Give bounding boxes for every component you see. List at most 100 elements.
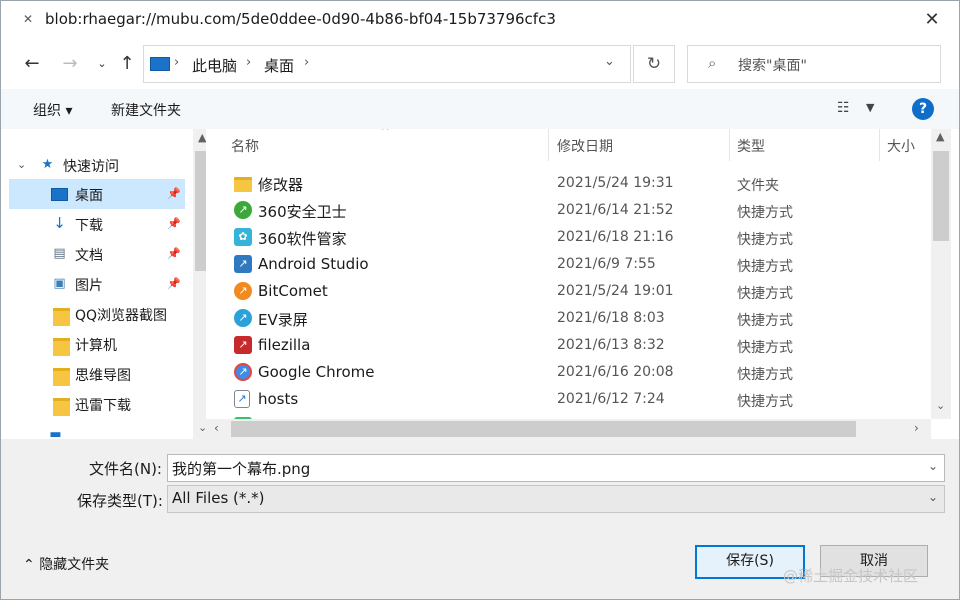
file-name: Android Studio [258,255,369,273]
organize-button[interactable]: 组织 ▾ [33,100,72,120]
save-dialog: ✕ blob:rhaegar://mubu.com/5de0ddee-0d90-… [0,0,960,600]
scroll-down-icon[interactable]: ⌄ [198,421,206,434]
scroll-left-icon[interactable]: ‹ [214,421,219,435]
sidebar-item-desktop[interactable]: 桌面 📌 [9,179,185,209]
up-button[interactable]: ↑ [116,53,138,75]
scroll-down-icon[interactable]: ⌄ [936,399,945,412]
breadcrumb-separator-icon[interactable]: › [174,55,179,70]
breadcrumb-separator-icon[interactable]: › [246,55,251,70]
android-studio-icon: ↗ [234,255,252,273]
close-button[interactable]: ✕ [919,7,945,33]
table-row[interactable]: ↗ hosts 2021/6/12 7:24 快捷方式 [216,386,931,413]
sidebar-item-thunder-downloads[interactable]: 迅雷下载 [9,389,185,419]
file-list-vertical-scrollbar[interactable]: ▲ ⌄ [931,129,951,419]
scroll-right-icon[interactable]: › [914,421,919,435]
file-name: BitComet [258,282,328,300]
column-type[interactable]: 类型 [737,136,765,156]
file-name: 修改器 [258,176,304,194]
table-row[interactable]: ✿ 360软件管家 2021/6/18 21:16 快捷方式 [216,224,931,251]
dialog-icon: ✕ [23,12,34,26]
file-date: 2021/6/18 8:03 [557,310,665,326]
column-divider[interactable] [879,129,880,161]
recent-locations-button[interactable]: ⌄ [91,53,113,75]
file-date: 2021/6/13 8:32 [557,337,665,353]
sidebar-scrollbar[interactable]: ▲ ⌄ [193,129,206,439]
sidebar-item-qq-screenshots[interactable]: QQ浏览器截图 [9,299,185,329]
pin-icon[interactable]: 📌 [167,217,181,230]
view-options-icon[interactable]: ☷ [837,100,850,116]
file-date: 2021/5/24 19:31 [557,175,674,191]
folder-icon [234,177,252,192]
file-type: 快捷方式 [737,340,793,356]
filetype-select[interactable]: All Files (*.*) ⌄ [167,485,945,513]
table-row[interactable]: ↗ filezilla 2021/6/13 8:32 快捷方式 [216,332,931,359]
back-button[interactable]: ← [21,53,43,75]
file-list-horizontal-scrollbar[interactable]: ‹ › [206,419,931,439]
file-type: 快捷方式 [737,232,793,248]
360-safe-icon: ↗ [234,201,252,219]
filetype-label: 保存类型(T): [77,492,163,510]
column-size[interactable]: 大小 [887,136,915,156]
search-box[interactable]: ⌕ 搜索"桌面" [687,45,941,83]
file-date: 2021/5/24 19:01 [557,283,674,299]
sidebar-scroll-thumb[interactable] [195,151,206,271]
pin-icon[interactable]: 📌 [167,277,181,290]
column-divider[interactable] [729,129,730,161]
table-row[interactable]: 修改器 2021/5/24 19:31 文件夹 [216,170,931,197]
table-row[interactable]: ↗ EV录屏 2021/6/18 8:03 快捷方式 [216,305,931,332]
file-date: 2021/6/12 7:24 [557,391,665,407]
sidebar-item-partial[interactable]: ▬ [9,425,185,439]
file-type: 文件夹 [737,178,779,194]
breadcrumb-desktop[interactable]: 桌面 [264,55,294,76]
sidebar-item-downloads[interactable]: ↓ 下载 📌 [9,209,185,239]
help-button[interactable]: ? [912,98,934,120]
download-icon: ↓ [53,214,66,232]
sidebar-item-documents[interactable]: ▤ 文档 📌 [9,239,185,269]
column-date[interactable]: 修改日期 [557,136,613,156]
file-list: ^ 名称 修改日期 类型 大小 修改器 2021/5/24 19:31 文件夹 … [216,129,931,419]
refresh-button[interactable]: ↻ [633,45,675,83]
sidebar-item-label: 桌面 [75,188,103,204]
address-bar[interactable]: › 此电脑 › 桌面 › ⌄ [143,45,631,83]
file-type: 快捷方式 [737,367,793,383]
new-folder-button[interactable]: 新建文件夹 [111,100,181,120]
breadcrumb-separator-icon[interactable]: › [304,55,309,70]
sidebar-item-label: 文档 [75,248,103,264]
chevron-down-icon[interactable]: ▼ [866,101,874,114]
watermark: @稀土掘金技术社区 [783,567,919,585]
vertical-scroll-thumb[interactable] [933,151,949,241]
folder-icon [53,308,70,326]
horizontal-scroll-thumb[interactable] [231,421,856,437]
table-row[interactable]: ↗ 360安全卫士 2021/6/14 21:52 快捷方式 [216,197,931,224]
sort-arrow-icon: ^ [381,129,390,137]
file-name: Google Chrome [258,363,375,381]
table-row[interactable]: ↗ BitComet 2021/5/24 19:01 快捷方式 [216,278,931,305]
sidebar-item-mindmap[interactable]: 思维导图 [9,359,185,389]
chevron-down-icon[interactable]: ⌄ [928,490,938,504]
pin-icon[interactable]: 📌 [167,187,181,200]
column-divider[interactable] [548,129,549,161]
hide-folders-toggle[interactable]: ⌃ 隐藏文件夹 [23,554,109,574]
sidebar-item-label: 图片 [75,278,103,294]
file-date: 2021/6/14 21:52 [557,202,674,218]
filename-input[interactable]: 我的第一个幕布.png ⌄ [167,454,945,482]
search-icon: ⌕ [708,54,717,72]
expand-chevron-icon[interactable]: ⌄ [17,158,26,171]
file-date: 2021/6/18 21:16 [557,229,674,245]
scroll-up-icon[interactable]: ▲ [936,130,944,143]
file-date: 2021/6/9 7:55 [557,256,656,272]
quick-access[interactable]: ⌄ ★ 快速访问 [9,150,185,180]
file-icon: ↗ [234,390,250,408]
scroll-up-icon[interactable]: ▲ [198,131,206,144]
table-row[interactable]: ↗ Android Studio 2021/6/9 7:55 快捷方式 [216,251,931,278]
pin-icon[interactable]: 📌 [167,247,181,260]
column-name[interactable]: 名称 [231,136,259,156]
quick-access-label: 快速访问 [63,159,119,175]
chevron-down-icon[interactable]: ⌄ [928,459,938,473]
breadcrumb-this-pc[interactable]: 此电脑 [192,55,237,76]
sidebar-item-computer[interactable]: 计算机 [9,329,185,359]
chevron-down-icon[interactable]: ⌄ [604,54,615,69]
table-row[interactable]: ↗ Google Chrome 2021/6/16 20:08 快捷方式 [216,359,931,386]
sidebar-item-pictures[interactable]: ▣ 图片 📌 [9,269,185,299]
forward-button[interactable]: → [59,53,81,75]
